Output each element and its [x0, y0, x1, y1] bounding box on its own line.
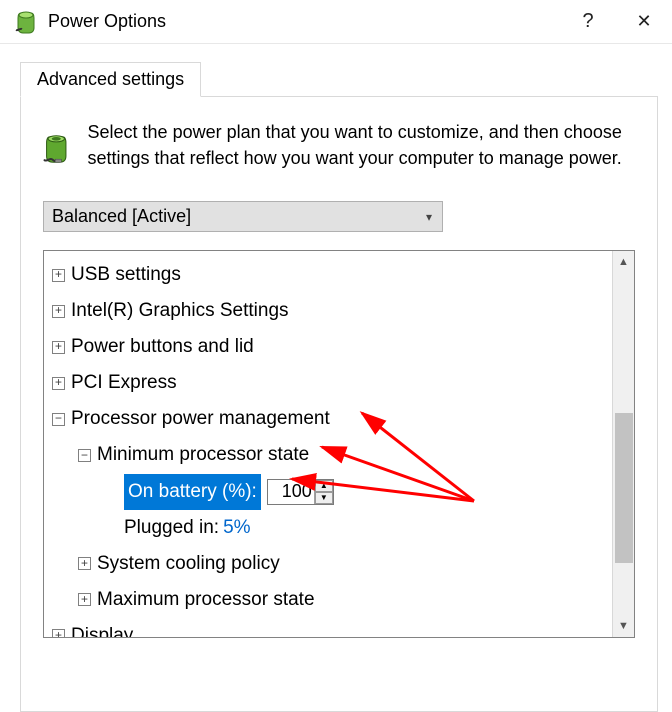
close-button[interactable]: ✕: [616, 0, 672, 44]
spin-up-button[interactable]: ▲: [315, 480, 333, 492]
scroll-up-icon[interactable]: ▲: [613, 251, 635, 273]
on-battery-input[interactable]: [268, 480, 314, 504]
tree-scrollbar[interactable]: ▲ ▼: [612, 251, 634, 637]
expand-icon[interactable]: +: [78, 557, 91, 570]
scroll-down-icon[interactable]: ▼: [613, 615, 635, 637]
expand-icon[interactable]: +: [78, 593, 91, 606]
power-plan-selected: Balanced [Active]: [52, 206, 191, 227]
tree-item-min-processor-state[interactable]: − Minimum processor state: [78, 437, 608, 473]
scroll-track[interactable]: [613, 273, 635, 615]
tree-item-display[interactable]: + Display: [52, 618, 608, 637]
collapse-icon[interactable]: −: [52, 413, 65, 426]
tree-item-power-buttons[interactable]: + Power buttons and lid: [52, 329, 608, 365]
tab-advanced-settings[interactable]: Advanced settings: [20, 62, 201, 97]
collapse-icon[interactable]: −: [78, 449, 91, 462]
tree-item-usb[interactable]: + USB settings: [52, 257, 608, 293]
titlebar: Power Options ? ✕: [0, 0, 672, 44]
expand-icon[interactable]: +: [52, 341, 65, 354]
tree-item-system-cooling[interactable]: + System cooling policy: [78, 546, 608, 582]
on-battery-spinner[interactable]: ▲ ▼: [267, 479, 334, 505]
chevron-down-icon: ▾: [426, 210, 432, 224]
tree-item-on-battery[interactable]: On battery (%): ▲ ▼: [124, 474, 608, 510]
expand-icon[interactable]: +: [52, 305, 65, 318]
on-battery-label: On battery (%):: [124, 474, 261, 510]
help-button[interactable]: ?: [560, 0, 616, 44]
tree-item-plugged-in[interactable]: Plugged in: 5%: [124, 510, 608, 546]
tree-item-intel-graphics[interactable]: + Intel(R) Graphics Settings: [52, 293, 608, 329]
expand-icon[interactable]: +: [52, 269, 65, 282]
tree-item-pci-express[interactable]: + PCI Express: [52, 365, 608, 401]
scroll-thumb[interactable]: [615, 413, 633, 563]
expand-icon[interactable]: +: [52, 377, 65, 390]
settings-tree: + USB settings + Intel(R) Graphics Setti…: [43, 250, 635, 638]
power-plan-dropdown[interactable]: Balanced [Active] ▾: [43, 201, 443, 232]
plugged-in-value[interactable]: 5%: [223, 510, 250, 546]
plugged-in-label: Plugged in:: [124, 510, 219, 546]
expand-icon[interactable]: +: [52, 629, 65, 637]
window-title: Power Options: [48, 11, 560, 32]
tree-item-max-processor-state[interactable]: + Maximum processor state: [78, 582, 608, 618]
intro-text: Select the power plan that you want to c…: [88, 119, 635, 179]
spin-down-button[interactable]: ▼: [315, 492, 333, 504]
power-plan-icon: [43, 119, 70, 179]
tab-panel: Select the power plan that you want to c…: [20, 96, 658, 712]
power-options-icon: [14, 10, 38, 34]
tree-item-processor-power[interactable]: − Processor power management: [52, 401, 608, 437]
